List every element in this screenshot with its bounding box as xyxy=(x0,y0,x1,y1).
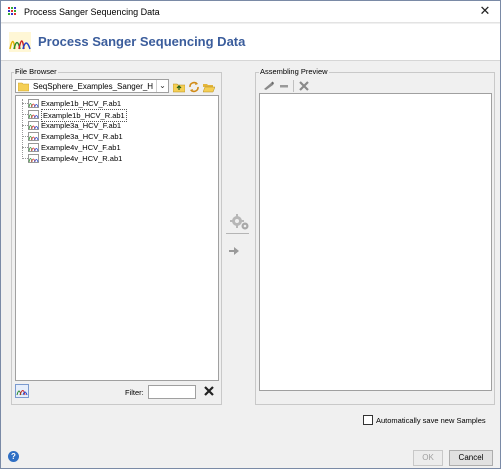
window-title: Process Sanger Sequencing Data xyxy=(24,7,160,17)
title-bar: Process Sanger Sequencing Data ✕ xyxy=(1,1,500,23)
file-name: Example3a_HCV_F.ab1 xyxy=(41,121,122,130)
file-name: Example3a_HCV_R.ab1 xyxy=(41,132,123,141)
clear-filter-icon[interactable] xyxy=(203,385,215,397)
file-browser-label: File Browser xyxy=(14,67,58,76)
minus-icon[interactable] xyxy=(278,80,290,92)
cancel-button[interactable]: Cancel xyxy=(449,450,493,466)
chromatogram-logo-icon xyxy=(9,32,31,52)
file-tree[interactable]: Example1b_HCV_F.ab1 Example1b_HCV_R.ab1 Ex… xyxy=(15,95,219,381)
folder-select[interactable]: SeqSphere_Examples_Sanger_HCV/ ⌄ xyxy=(15,79,169,93)
open-folder-icon[interactable] xyxy=(203,81,215,93)
ab1-file-icon xyxy=(28,143,39,152)
dialog-header: Process Sanger Sequencing Data xyxy=(1,24,500,61)
toolbar-divider xyxy=(293,80,294,92)
folder-icon xyxy=(18,82,29,92)
arrow-right-icon[interactable] xyxy=(229,247,239,255)
assembling-preview-area[interactable] xyxy=(259,93,492,391)
ab1-file-icon xyxy=(28,132,39,141)
file-name: Example1b_HCV_F.ab1 xyxy=(41,99,122,108)
assembling-preview-label: Assembling Preview xyxy=(259,67,329,76)
folder-select-value: SeqSphere_Examples_Sanger_HCV/ xyxy=(33,82,153,91)
ab1-file-icon xyxy=(28,99,39,108)
assemble-gears-icon[interactable] xyxy=(229,213,251,231)
help-icon[interactable]: ? xyxy=(8,451,19,462)
divider xyxy=(226,233,249,234)
refresh-icon[interactable] xyxy=(188,81,200,93)
file-browser-footer: Filter: xyxy=(15,383,219,401)
filter-input[interactable] xyxy=(148,385,196,399)
ab1-file-icon xyxy=(28,154,39,163)
file-name: Example4v_HCV_R.ab1 xyxy=(41,154,123,163)
folder-up-icon[interactable] xyxy=(173,81,185,93)
ab1-file-icon xyxy=(28,110,39,119)
ab1-file-icon xyxy=(28,121,39,130)
tree-guide-line xyxy=(22,99,23,159)
ok-button[interactable]: OK xyxy=(413,450,443,466)
chromatogram-view-icon[interactable] xyxy=(15,384,29,398)
auto-save-label: Automatically save new Samples xyxy=(376,416,486,425)
chevron-down-icon[interactable]: ⌄ xyxy=(156,80,168,92)
app-icon xyxy=(8,7,16,15)
edit-icon[interactable] xyxy=(263,80,275,92)
page-title: Process Sanger Sequencing Data xyxy=(38,34,246,49)
delete-icon[interactable] xyxy=(298,80,310,92)
close-icon[interactable]: ✕ xyxy=(478,4,492,18)
filter-label: Filter: xyxy=(125,388,144,397)
dialog-window: Process Sanger Sequencing Data ✕ Process… xyxy=(0,0,501,469)
file-name: Example4v_HCV_F.ab1 xyxy=(41,143,121,152)
auto-save-checkbox[interactable] xyxy=(363,415,373,425)
